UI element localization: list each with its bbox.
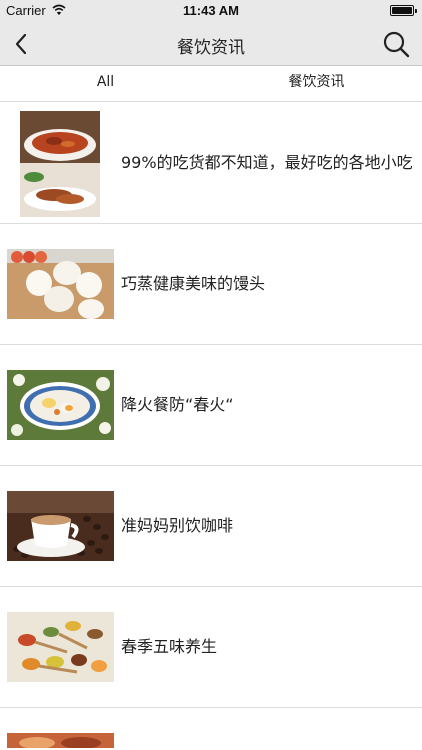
article-list: 99%的吃货都不知道，最好吃的各地小吃 巧蒸健康美味的馒头 降火餐防“春火“ 准…	[0, 103, 422, 748]
article-thumbnail	[20, 111, 100, 217]
article-thumbnail	[7, 733, 114, 748]
search-icon[interactable]	[382, 30, 410, 58]
list-item[interactable]: 99%的吃货都不知道，最好吃的各地小吃	[0, 103, 422, 224]
tab-all[interactable]: All	[0, 66, 211, 101]
battery-icon	[390, 5, 417, 16]
page-title: 餐饮资讯	[177, 38, 245, 58]
article-title: 99%的吃货都不知道，最好吃的各地小吃	[121, 153, 413, 172]
article-thumbnail	[7, 370, 114, 440]
list-item[interactable]: 降火餐防“春火“	[0, 345, 422, 466]
article-thumbnail	[7, 491, 114, 561]
list-item[interactable]	[0, 708, 422, 748]
article-title: 巧蒸健康美味的馒头	[121, 274, 266, 293]
tab-dining-news[interactable]: 餐饮资讯	[211, 66, 422, 101]
clock: 11:43 AM	[183, 3, 239, 18]
article-thumbnail	[7, 612, 114, 682]
status-bar: Carrier 11:43 AM	[0, 0, 422, 22]
list-item[interactable]: 巧蒸健康美味的馒头	[0, 224, 422, 345]
article-title: 春季五味养生	[121, 637, 218, 656]
article-title: 降火餐防“春火“	[121, 395, 234, 414]
category-tabs: All 餐饮资讯	[0, 66, 422, 102]
list-item[interactable]: 春季五味养生	[0, 587, 422, 708]
article-title: 准妈妈别饮咖啡	[121, 516, 234, 535]
navigation-bar: 餐饮资讯	[0, 22, 422, 66]
article-thumbnail	[7, 249, 114, 319]
list-item[interactable]: 准妈妈别饮咖啡	[0, 466, 422, 587]
